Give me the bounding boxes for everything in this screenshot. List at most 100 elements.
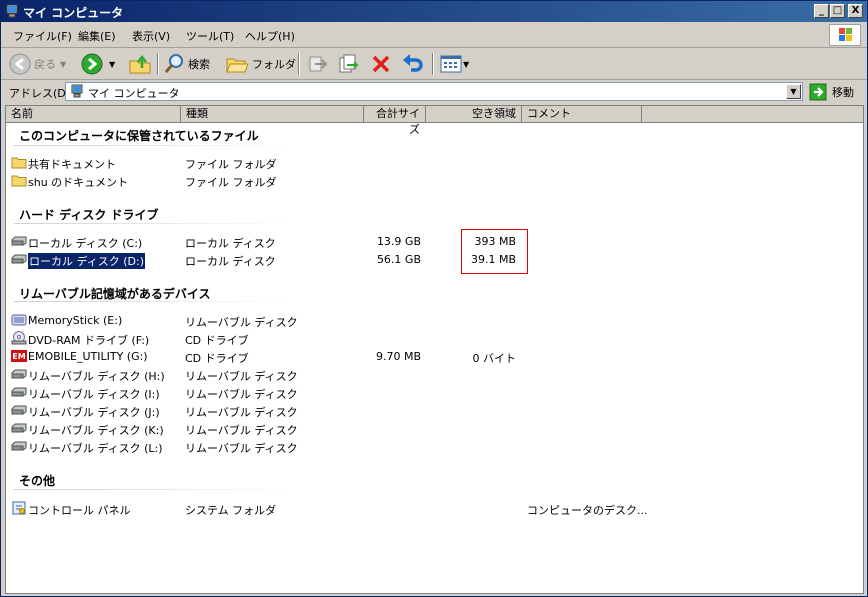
list-item[interactable]: リムーバブル ディスク (H:) リムーバブル ディスク: [6, 366, 861, 384]
svg-text:EM: EM: [12, 352, 25, 361]
item-total-size: 56.1 GB: [376, 253, 421, 266]
views-button[interactable]: ▼: [439, 52, 469, 76]
list-item[interactable]: リムーバブル ディスク (K:) リムーバブル ディスク: [6, 420, 861, 438]
up-folder-button[interactable]: [128, 52, 152, 76]
folders-button[interactable]: フォルダ: [225, 52, 296, 76]
item-name: リムーバブル ディスク (I:): [28, 388, 160, 401]
group-divider: [14, 489, 296, 490]
item-type: ファイル フォルダ: [185, 176, 277, 189]
chevron-down-icon[interactable]: ▼: [463, 60, 469, 69]
item-type: ローカル ディスク: [185, 237, 276, 250]
go-button[interactable]: 移動: [809, 83, 854, 101]
emobile-icon: EM: [11, 349, 27, 363]
menu-file[interactable]: ファイル(F): [13, 28, 72, 44]
group-header-hard-disks: ハード ディスク ドライブ: [19, 208, 159, 222]
list-item[interactable]: ローカル ディスク (D:) ローカル ディスク 56.1 GB 39.1 MB: [6, 251, 861, 270]
column-header-total-size[interactable]: 合計サイズ: [364, 106, 426, 136]
menu-edit[interactable]: 編集(E): [78, 28, 116, 44]
group-header-stored-files: このコンピュータに保管されているファイル: [19, 129, 259, 143]
folder-icon: [11, 155, 27, 169]
search-button[interactable]: 検索: [163, 52, 210, 76]
folder-icon: [226, 58, 249, 73]
list-item[interactable]: EM EMOBILE_UTILITY (G:) CD ドライブ 9.70 MB 0 バイ…: [6, 348, 861, 366]
back-arrow-icon: [9, 53, 31, 75]
menu-tools[interactable]: ツール(T): [186, 28, 234, 44]
address-dropdown-button[interactable]: ▼: [786, 84, 801, 99]
list-item[interactable]: MemoryStick (E:) リムーバブル ディスク: [6, 312, 861, 330]
item-name: EMOBILE_UTILITY (G:): [28, 350, 148, 363]
free-space-highlight-box: [461, 229, 528, 274]
address-label: アドレス(D): [9, 87, 71, 100]
minimize-button[interactable]: _: [814, 4, 829, 18]
item-name: ローカル ディスク (D:): [27, 252, 146, 270]
address-input[interactable]: マイ コンピュータ ▼: [65, 82, 803, 101]
delete-icon: [372, 55, 390, 73]
hard-disk-icon: [11, 403, 27, 417]
delete-button[interactable]: [370, 52, 392, 76]
hard-disk-icon: [11, 385, 27, 399]
item-type: CD ドライブ: [185, 334, 249, 347]
list-item[interactable]: 共有ドキュメント ファイル フォルダ: [6, 154, 861, 172]
menu-help[interactable]: ヘルプ(H): [245, 28, 295, 44]
item-type: ローカル ディスク: [185, 255, 276, 268]
menu-view[interactable]: 表示(V): [132, 28, 170, 44]
folder-icon: [11, 173, 27, 187]
list-item[interactable]: shu のドキュメント ファイル フォルダ: [6, 172, 861, 190]
list-item[interactable]: ローカル ディスク (C:) ローカル ディスク 13.9 GB 393 MB: [6, 233, 861, 251]
title-bar[interactable]: マイ コンピュータ _ □ X: [1, 1, 867, 22]
hard-disk-icon: [11, 252, 27, 266]
explorer-window: マイ コンピュータ _ □ X ファイル(F) 編集(E) 表示(V) ツール(…: [0, 0, 868, 597]
column-header-comment[interactable]: コメント: [522, 106, 642, 123]
copy-to-button[interactable]: [337, 52, 359, 76]
group-divider: [14, 223, 296, 224]
toolbar-separator: [298, 53, 300, 75]
item-free-space: 0 バイト: [472, 352, 517, 365]
file-list-view[interactable]: 名前 種類 合計サイズ 空き領域 コメント このコンピュータに保管されているファ…: [5, 105, 864, 594]
hard-disk-icon: [11, 234, 27, 248]
item-name: ローカル ディスク (C:): [28, 237, 143, 250]
group-header-other: その他: [19, 474, 56, 488]
group-header-removable: リムーバブル記憶域があるデバイス: [19, 287, 211, 301]
group-divider: [14, 145, 296, 146]
forward-button[interactable]: ▼: [81, 52, 115, 76]
windows-logo-icon: [829, 24, 861, 46]
chevron-down-icon[interactable]: ▼: [109, 60, 115, 69]
menu-bar: ファイル(F) 編集(E) 表示(V) ツール(T) ヘルプ(H): [1, 23, 867, 48]
item-name: DVD-RAM ドライブ (F:): [28, 334, 150, 347]
item-type: CD ドライブ: [185, 352, 249, 365]
toolbar-separator: [432, 53, 434, 75]
hard-disk-icon: [11, 367, 27, 381]
column-header-filler: [642, 106, 863, 123]
item-type: リムーバブル ディスク: [185, 388, 298, 401]
close-button[interactable]: X: [848, 4, 863, 18]
item-name: リムーバブル ディスク (K:): [28, 424, 164, 437]
move-to-button[interactable]: [306, 52, 328, 76]
address-bar: アドレス(D) マイ コンピュータ ▼ 移動: [1, 80, 867, 104]
my-computer-icon: [71, 84, 83, 98]
list-item[interactable]: コントロール パネル システム フォルダ コンピュータのデスク...: [6, 500, 861, 518]
views-icon: [440, 55, 462, 73]
back-button[interactable]: 戻る ▼: [9, 52, 66, 76]
list-item[interactable]: リムーバブル ディスク (I:) リムーバブル ディスク: [6, 384, 861, 402]
column-header-name[interactable]: 名前: [6, 106, 181, 123]
item-comment: コンピュータのデスク...: [527, 504, 648, 517]
up-folder-icon: [129, 54, 151, 74]
list-item[interactable]: DVD-RAM ドライブ (F:) CD ドライブ: [6, 330, 861, 348]
item-type: リムーバブル ディスク: [185, 442, 298, 455]
column-header-free-space[interactable]: 空き領域: [426, 106, 522, 123]
chevron-down-icon[interactable]: ▼: [60, 60, 66, 69]
list-item[interactable]: リムーバブル ディスク (L:) リムーバブル ディスク: [6, 438, 861, 456]
maximize-button[interactable]: □: [830, 4, 845, 18]
item-name: コントロール パネル: [28, 504, 131, 517]
control-panel-icon: [11, 501, 27, 515]
column-header-type[interactable]: 種類: [181, 106, 364, 123]
item-total-size: 13.9 GB: [376, 235, 421, 248]
search-label: 検索: [188, 58, 210, 71]
item-name: 共有ドキュメント: [28, 158, 116, 171]
go-arrow-icon: [809, 83, 827, 101]
item-name: リムーバブル ディスク (L:): [28, 442, 163, 455]
hard-disk-icon: [11, 421, 27, 435]
undo-button[interactable]: [401, 52, 425, 76]
my-computer-icon: [6, 4, 18, 18]
list-item[interactable]: リムーバブル ディスク (J:) リムーバブル ディスク: [6, 402, 861, 420]
